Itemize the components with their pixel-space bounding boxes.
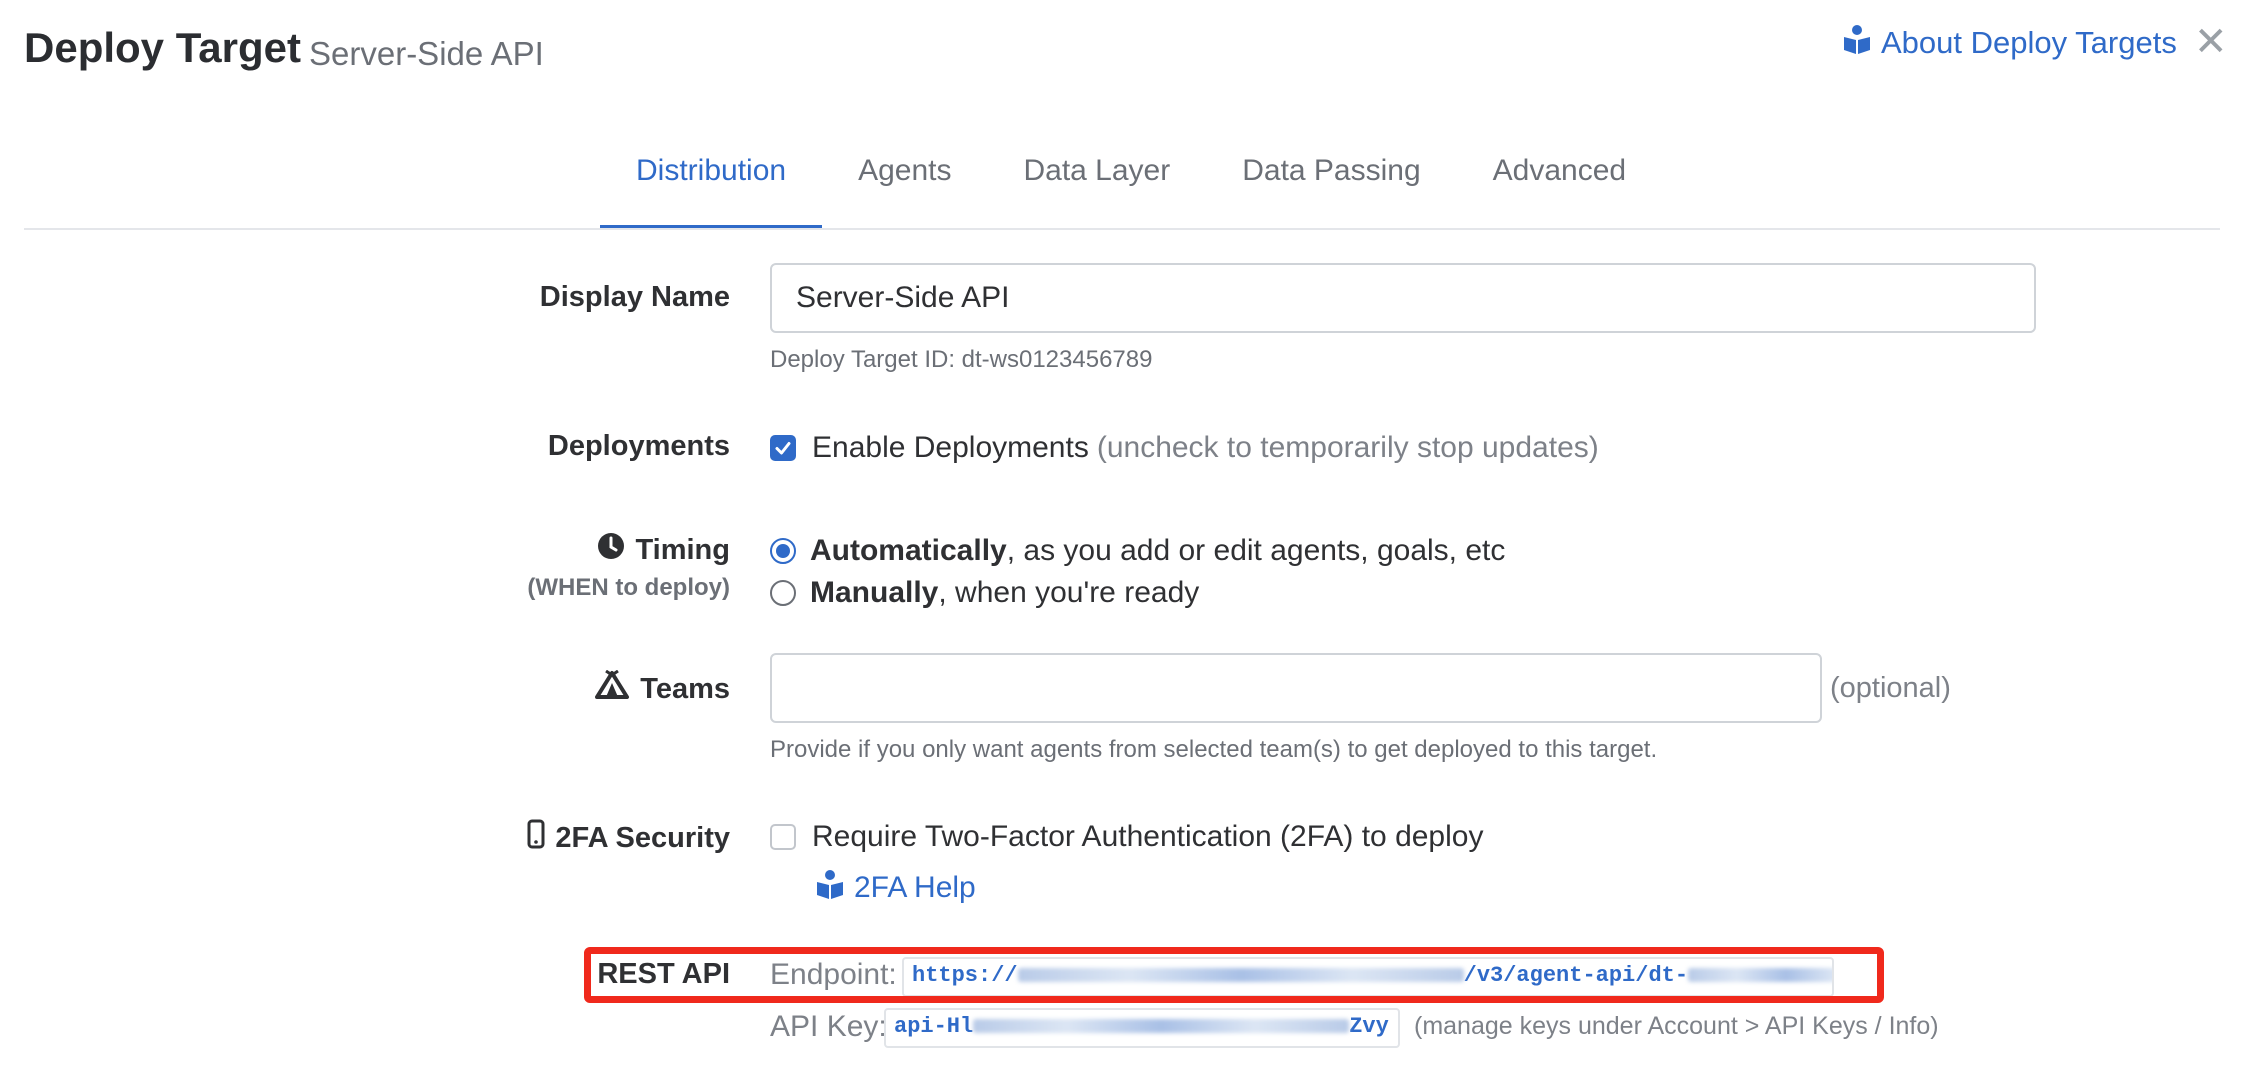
about-deploy-targets-link[interactable]: About Deploy Targets <box>1843 24 2177 62</box>
rest-api-highlight-box <box>584 947 1884 1003</box>
teams-label-text: Teams <box>640 672 730 705</box>
security-label: 2FA Security <box>527 819 730 857</box>
timing-automatic-radio[interactable] <box>770 538 796 564</box>
security-label-text: 2FA Security <box>555 821 730 854</box>
timing-option-automatic[interactable]: Automatically , as you add or edit agent… <box>770 534 1505 568</box>
teams-input[interactable] <box>770 653 1822 723</box>
teams-label: Teams <box>594 669 730 708</box>
deployments-label-text: Deployments <box>547 430 730 462</box>
api-key-field[interactable]: api-Hl Zvy <box>884 1008 1400 1048</box>
2fa-help-link[interactable]: 2FA Help <box>816 869 976 907</box>
api-key-suffix: Zvy <box>1349 1014 1389 1039</box>
display-name-input[interactable] <box>770 263 2036 333</box>
timing-label-text: Timing <box>635 533 730 566</box>
checkmark-icon <box>775 442 791 455</box>
page-title: Deploy Target <box>24 24 301 71</box>
api-key-note: (manage keys under Account > API Keys / … <box>1414 1012 1939 1040</box>
2fa-help-label: 2FA Help <box>854 871 976 904</box>
deployments-label: Deployments <box>548 430 730 463</box>
tab-data-layer[interactable]: Data Layer <box>987 146 1206 230</box>
teams-help: Provide if you only want agents from sel… <box>770 736 1658 763</box>
tab-bar: Distribution Agents Data Layer Data Pass… <box>600 146 1662 230</box>
tab-agents[interactable]: Agents <box>822 146 987 230</box>
timing-label: Timing <box>597 532 730 568</box>
about-deploy-targets-label: About Deploy Targets <box>1881 25 2177 60</box>
tab-advanced[interactable]: Advanced <box>1457 146 1662 230</box>
require-2fa-label: Require Two-Factor Authentication (2FA) … <box>812 820 1484 853</box>
require-2fa-row: Require Two-Factor Authentication (2FA) … <box>770 820 1483 854</box>
api-key-prefix: api-Hl <box>894 1014 974 1039</box>
timing-manual-bold: Manually <box>810 576 939 609</box>
timing-option-manual[interactable]: Manually , when you're ready <box>770 576 1199 610</box>
timing-manual-rest: , when you're ready <box>938 576 1200 609</box>
timing-sublabel: (WHEN to deploy) <box>527 574 730 601</box>
api-key-redacted <box>973 1019 1350 1034</box>
display-name-label: Display Name <box>540 281 730 314</box>
timing-manual-radio[interactable] <box>770 580 796 606</box>
tent-icon <box>594 669 630 708</box>
book-reader-icon <box>816 869 844 907</box>
tab-data-passing[interactable]: Data Passing <box>1206 146 1456 230</box>
close-icon[interactable]: ✕ <box>2194 22 2228 62</box>
display-name-label-text: Display Name <box>539 281 730 313</box>
page-subtitle: Server-Side API <box>309 35 544 72</box>
teams-optional: (optional) <box>1830 672 1951 704</box>
enable-deployments-checkbox[interactable] <box>770 435 796 461</box>
timing-automatic-bold: Automatically <box>810 534 1007 567</box>
tab-divider <box>24 228 2220 230</box>
enable-deployments-label: Enable Deployments <box>812 431 1089 464</box>
book-reader-icon <box>1843 24 1871 62</box>
timing-automatic-rest: , as you add or edit agents, goals, etc <box>1006 534 1506 567</box>
api-key-label: API Key: <box>770 1010 887 1043</box>
tab-distribution[interactable]: Distribution <box>600 146 823 230</box>
clock-icon <box>597 532 625 568</box>
deploy-target-id: Deploy Target ID: dt-ws0123456789 <box>770 346 1153 373</box>
mobile-phone-icon <box>527 819 545 857</box>
require-2fa-checkbox[interactable] <box>770 824 796 850</box>
enable-deployments-row: Enable Deployments (uncheck to temporari… <box>770 431 1599 465</box>
enable-deployments-note: (uncheck to temporarily stop updates) <box>1096 431 1599 464</box>
